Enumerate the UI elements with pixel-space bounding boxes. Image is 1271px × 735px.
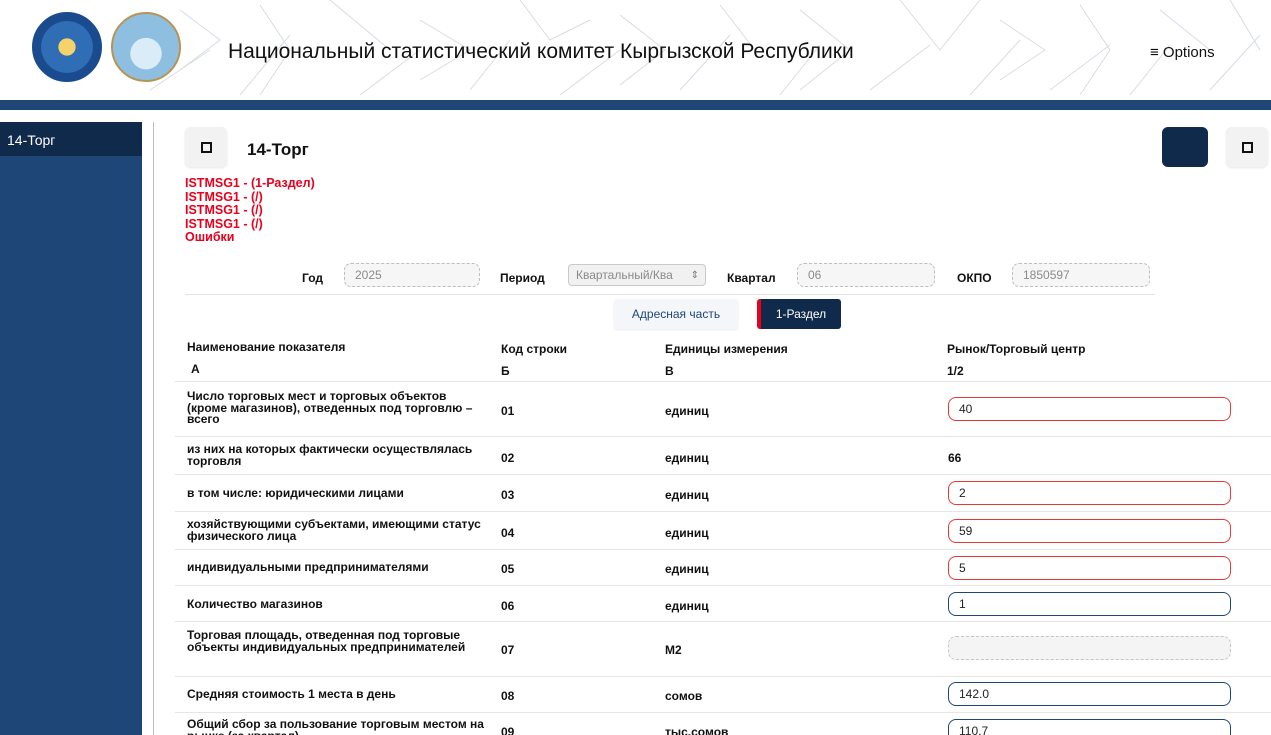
- row-code: 06: [501, 599, 515, 613]
- error-messages: ISTMSG1 - (1-Раздел) ISTMSG1 - (/) ISTMS…: [185, 176, 315, 245]
- value-input[interactable]: 1: [948, 592, 1231, 616]
- row-name: в том числе: юридическими лицами: [187, 486, 404, 500]
- row-name: хозяйствующими субъектами, имеющими стат…: [187, 517, 481, 543]
- row-name: индивидуальными предпринимателями: [187, 560, 429, 574]
- kyrgyz-emblem-logo: [32, 12, 102, 82]
- site-header: Национальный статистический комитет Кырг…: [0, 0, 1271, 100]
- row-code: 07: [501, 643, 515, 657]
- quarter-label: Квартал: [727, 271, 776, 285]
- column-header-name: Наименование показателя: [187, 340, 346, 354]
- error-message: ISTMSG1 - (1-Раздел): [185, 176, 315, 190]
- row-code: 02: [501, 451, 515, 465]
- sidebar-item-14-torg[interactable]: 14-Торг: [0, 122, 142, 156]
- table-row: индивидуальными предпринимателями 05 еди…: [175, 550, 1271, 586]
- table-subheader-row: А Б В 1/2: [175, 358, 1271, 382]
- row-code: 04: [501, 526, 515, 540]
- site-title: Национальный статистический комитет Кырг…: [228, 40, 854, 63]
- period-select-value: Квартальный/Ква: [576, 268, 673, 282]
- statkom-logo: [111, 12, 181, 82]
- table-row: в том числе: юридическими лицами 03 един…: [175, 475, 1271, 512]
- sidebar-toggle-button[interactable]: [185, 127, 227, 167]
- row-name: Общий сбор за пользование торговым место…: [187, 717, 484, 735]
- value-input[interactable]: 142.0: [948, 682, 1231, 706]
- quarter-field[interactable]: 06: [797, 263, 935, 287]
- form-title: 14-Торг: [247, 140, 309, 159]
- row-code: 09: [501, 725, 515, 735]
- value-input[interactable]: 110.7: [948, 719, 1231, 735]
- table-row: Средняя стоимость 1 места в день 08 сомо…: [175, 677, 1271, 713]
- row-unit: единиц: [665, 404, 709, 418]
- row-name: из них на которых фактически осуществлял…: [187, 442, 473, 468]
- tab-section-1[interactable]: 1-Раздел: [757, 299, 841, 329]
- row-name: Количество магазинов: [187, 597, 323, 611]
- row-unit: М2: [665, 643, 682, 657]
- value-input[interactable]: 2: [948, 481, 1231, 505]
- save-button[interactable]: [1162, 127, 1208, 167]
- select-arrows-icon: ⇕: [690, 270, 699, 281]
- sidebar: 14-Торг: [0, 122, 142, 735]
- row-unit: сомов: [665, 689, 703, 703]
- row-name: Средняя стоимость 1 места в день: [187, 687, 396, 701]
- period-label: Период: [500, 271, 545, 285]
- year-label: Год: [302, 271, 323, 285]
- row-unit: единиц: [665, 562, 709, 576]
- table-row: Число торговых мест и торговых объектов …: [175, 382, 1271, 437]
- table-row: Торговая площадь, отведенная под торговы…: [175, 622, 1271, 677]
- row-name: Торговая площадь, отведенная под торговы…: [187, 628, 466, 654]
- value-input[interactable]: 59: [948, 519, 1231, 543]
- expand-button[interactable]: [1226, 127, 1268, 167]
- options-menu-button[interactable]: ≡ Options: [1150, 44, 1215, 61]
- tab-address-section[interactable]: Адресная часть: [614, 299, 738, 329]
- column-header-value: Рынок/Торговый центр: [947, 342, 1086, 356]
- value-input[interactable]: [948, 636, 1231, 660]
- period-select[interactable]: Квартальный/Ква ⇕: [568, 264, 706, 286]
- subheader-name: А: [191, 362, 200, 376]
- row-unit: тыс.сомов: [665, 725, 729, 735]
- row-name: Число торговых мест и торговых объектов …: [187, 389, 473, 426]
- row-code: 05: [501, 562, 515, 576]
- square-icon: [1241, 141, 1253, 153]
- header-divider-bar: [0, 100, 1271, 110]
- error-message: ISTMSG1 - (/): [185, 189, 263, 204]
- row-value-readonly: 66: [948, 451, 962, 465]
- okpo-label: ОКПО: [957, 271, 992, 285]
- table-row: Общий сбор за пользование торговым место…: [175, 713, 1271, 735]
- row-code: 03: [501, 488, 515, 502]
- subheader-value: 1/2: [947, 364, 964, 378]
- error-message: ISTMSG1 - (/): [185, 203, 263, 217]
- column-header-unit: Единицы измерения: [665, 342, 788, 356]
- table-row: хозяйствующими субъектами, имеющими стат…: [175, 512, 1271, 550]
- square-icon: [200, 141, 212, 153]
- sidebar-divider: [153, 122, 154, 735]
- value-input[interactable]: 5: [948, 556, 1231, 580]
- table-row: Количество магазинов 06 единиц 1: [175, 586, 1271, 622]
- row-unit: единиц: [665, 599, 709, 613]
- table-header-row: Наименование показателя Код строки Едини…: [175, 334, 1271, 358]
- table-row: из них на которых фактически осуществлял…: [175, 437, 1271, 475]
- subheader-code: Б: [501, 364, 510, 378]
- errors-label: Ошибки: [185, 230, 235, 244]
- year-field[interactable]: 2025: [344, 263, 480, 287]
- okpo-field[interactable]: 1850597: [1012, 263, 1150, 287]
- row-unit: единиц: [665, 451, 709, 465]
- error-message: ISTMSG1 - (/): [185, 216, 263, 231]
- subheader-unit: В: [665, 364, 674, 378]
- indicators-table: Наименование показателя Код строки Едини…: [175, 334, 1271, 735]
- row-code: 01: [501, 404, 515, 418]
- row-code: 08: [501, 689, 515, 703]
- filter-bar: Год 2025 Период Квартальный/Ква ⇕ Кварта…: [185, 258, 1155, 295]
- column-header-code: Код строки: [501, 342, 568, 356]
- row-unit: единиц: [665, 526, 709, 540]
- value-input[interactable]: 40: [948, 397, 1231, 421]
- row-unit: единиц: [665, 488, 709, 502]
